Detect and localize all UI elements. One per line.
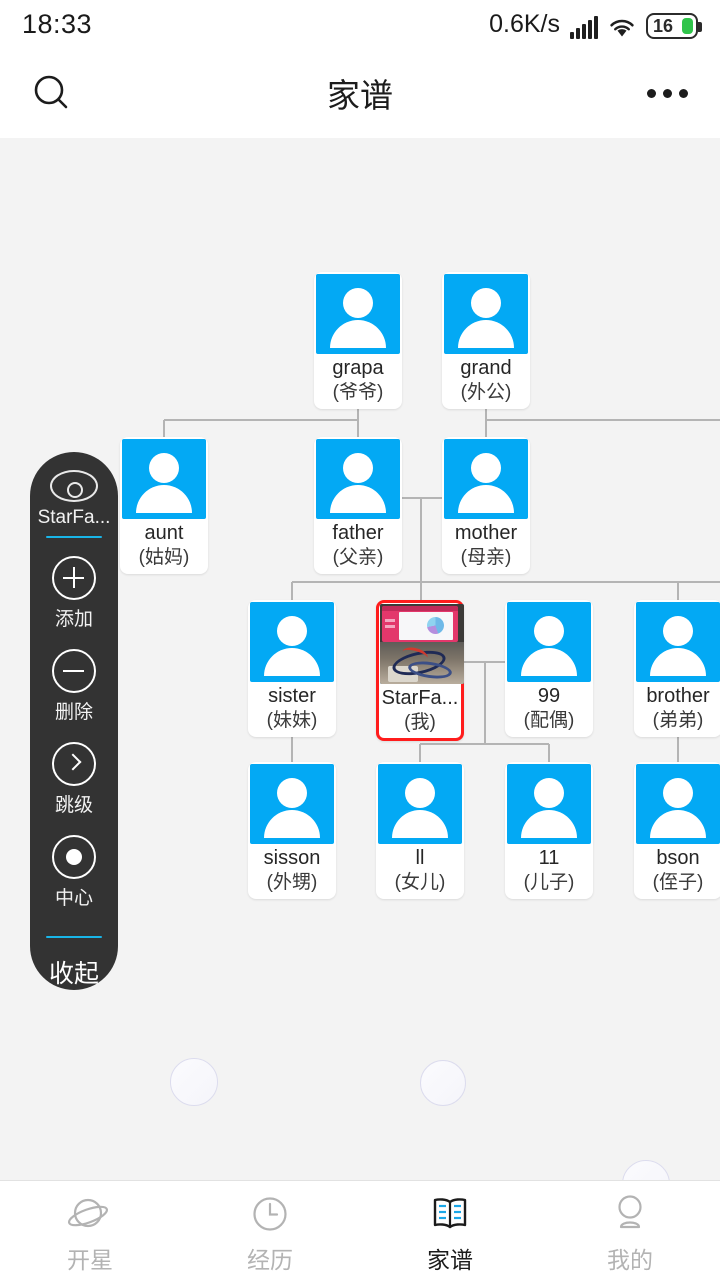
- node-relation: (母亲): [460, 547, 512, 568]
- node-relation: (我): [404, 712, 436, 733]
- plus-circle-icon: [52, 556, 96, 601]
- tree-node-son[interactable]: 11 (儿子): [505, 762, 593, 899]
- toolbar-item-delete-label: 删除: [54, 702, 93, 724]
- toolbar-item-center-label: 中心: [54, 888, 93, 910]
- node-name: father: [332, 522, 384, 544]
- tab-wode[interactable]: 我的: [540, 1181, 720, 1280]
- page-header: 家谱: [0, 48, 720, 138]
- tree-node-aunt[interactable]: aunt (姑妈): [120, 437, 208, 574]
- app-root: 18:33 0.6K/s 16 家谱 StarFa... 添加 删除 跳级 中心…: [0, 0, 720, 1280]
- node-relation: (配偶): [523, 710, 575, 731]
- tree-node-me[interactable]: StarFa... (我): [376, 600, 464, 741]
- node-relation: (妹妹): [266, 710, 318, 731]
- person-icon: [609, 1193, 651, 1235]
- toolbar-item-add[interactable]: 添加: [52, 556, 96, 631]
- node-name: sisson: [263, 847, 321, 869]
- person-avatar-icon: [444, 274, 528, 354]
- status-bar: 18:33 0.6K/s 16: [0, 0, 720, 48]
- toolbar-divider-top: [46, 536, 102, 539]
- person-avatar-icon: [636, 764, 720, 844]
- node-relation: (爷爷): [332, 382, 384, 403]
- toolbar-item-delete[interactable]: 删除: [52, 649, 96, 724]
- node-relation: (女儿): [394, 872, 446, 893]
- node-relation: (父亲): [332, 547, 384, 568]
- node-relation: (姑妈): [138, 547, 190, 568]
- person-avatar-icon: [316, 439, 400, 519]
- tab-kaixing[interactable]: 开星: [0, 1181, 180, 1280]
- tree-node-spouse[interactable]: 99 (配偶): [505, 600, 593, 737]
- person-avatar-icon: [378, 764, 462, 844]
- status-indicators: 0.6K/s 16: [489, 9, 702, 39]
- clock-icon: [249, 1193, 291, 1235]
- tab-jiapu-label: 家谱: [427, 1246, 473, 1273]
- person-avatar-icon: [316, 274, 400, 354]
- floating-toolbar[interactable]: StarFa... 添加 删除 跳级 中心 收起: [30, 452, 118, 990]
- minus-circle-icon: [52, 649, 96, 694]
- person-avatar-icon: [250, 764, 334, 844]
- toolbar-collapse-button[interactable]: 收起: [49, 954, 99, 990]
- book-icon: [429, 1193, 471, 1235]
- tree-node-grand[interactable]: grand (外公): [442, 272, 530, 409]
- tree-node-grapa[interactable]: grapa (爷爷): [314, 272, 402, 409]
- node-relation: (外公): [460, 382, 512, 403]
- node-name: sister: [268, 685, 316, 707]
- tab-wode-label: 我的: [607, 1246, 653, 1273]
- tree-node-nephew[interactable]: bson (侄子): [634, 762, 720, 899]
- toolbar-item-skip-level[interactable]: 跳级: [52, 742, 96, 817]
- node-name: bson: [656, 847, 700, 869]
- tree-node-brother[interactable]: brother (弟弟): [634, 600, 720, 737]
- node-name: ll: [415, 847, 425, 869]
- bottom-navigation: 开星 经历 家谱 我的: [0, 1180, 720, 1280]
- node-name: brother: [646, 685, 710, 707]
- node-name: grapa: [332, 357, 384, 379]
- node-relation: (儿子): [523, 872, 575, 893]
- chevron-right-circle-icon: [52, 742, 96, 787]
- toolbar-user-label: StarFa...: [37, 507, 111, 529]
- node-relation: (弟弟): [652, 710, 704, 731]
- toolbar-item-add-label: 添加: [54, 609, 93, 631]
- tree-node-mother[interactable]: mother (母亲): [442, 437, 530, 574]
- toolbar-item-skip-level-label: 跳级: [54, 795, 93, 817]
- person-avatar-icon: [444, 439, 528, 519]
- node-name: aunt: [144, 522, 184, 544]
- person-avatar-icon: [636, 602, 720, 682]
- wifi-icon: [608, 17, 636, 39]
- node-relation: (外甥): [266, 872, 318, 893]
- tab-jingli-label: 经历: [247, 1246, 293, 1273]
- tab-kaixing-label: 开星: [67, 1246, 113, 1273]
- planet-icon: [67, 1193, 113, 1235]
- tab-jiapu[interactable]: 家谱: [360, 1181, 540, 1280]
- tab-jingli[interactable]: 经历: [180, 1181, 360, 1280]
- family-tree-canvas[interactable]: StarFa... 添加 删除 跳级 中心 收起 grapa (爷爷) gran…: [0, 138, 720, 1180]
- page-title: 家谱: [327, 77, 393, 114]
- tree-node-sisson[interactable]: sisson (外甥): [248, 762, 336, 899]
- battery-level: 16: [653, 15, 674, 36]
- node-name: 99: [537, 685, 561, 707]
- node-name: grand: [460, 357, 512, 379]
- node-name: StarFa...: [381, 687, 459, 709]
- person-avatar-icon: [507, 764, 591, 844]
- toolbar-divider-bottom: [46, 936, 102, 938]
- tree-node-father[interactable]: father (父亲): [314, 437, 402, 574]
- user-circle-icon[interactable]: [50, 470, 98, 503]
- battery-fill: [682, 17, 693, 34]
- status-time: 18:33: [22, 8, 93, 39]
- tree-node-sister[interactable]: sister (妹妹): [248, 600, 336, 737]
- target-dot-icon: [52, 835, 96, 880]
- tree-node-daughter[interactable]: ll (女儿): [376, 762, 464, 899]
- person-avatar-icon: [507, 602, 591, 682]
- battery-icon: 16: [646, 12, 702, 39]
- node-name: 11: [538, 847, 560, 869]
- node-relation: (侄子): [652, 872, 704, 893]
- network-speed: 0.6K/s: [489, 9, 560, 38]
- node-name: mother: [454, 522, 518, 544]
- signal-icon: [570, 15, 598, 39]
- person-avatar-icon: [250, 602, 334, 682]
- search-icon[interactable]: [30, 71, 74, 115]
- person-photo-avatar: [380, 604, 464, 684]
- more-options-icon[interactable]: [645, 79, 690, 108]
- person-avatar-icon: [122, 439, 206, 519]
- toolbar-item-center[interactable]: 中心: [52, 835, 96, 910]
